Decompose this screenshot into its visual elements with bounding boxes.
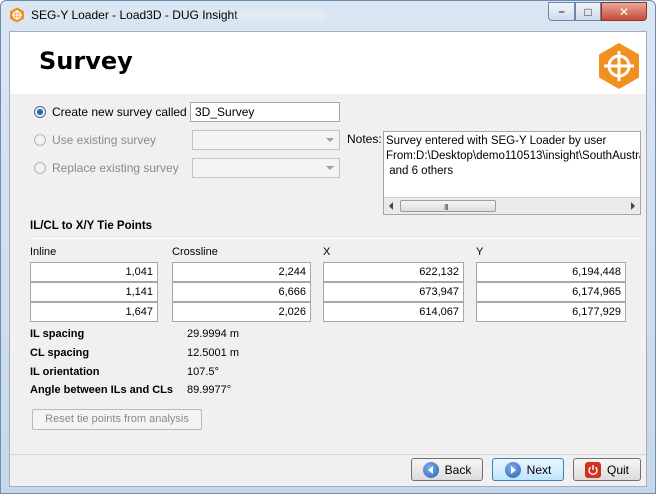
create-new-radio[interactable]: [34, 106, 46, 118]
app-icon: [10, 7, 24, 23]
replace-survey-select[interactable]: [192, 158, 340, 178]
wizard-client-area: Survey Create new survey called Use exis…: [9, 31, 647, 487]
tie-point-inline-2[interactable]: 1,141: [30, 282, 158, 302]
minimize-button[interactable]: –: [548, 2, 575, 21]
wizard-content: Create new survey called Use existing su…: [10, 94, 646, 454]
use-existing-radio[interactable]: [34, 134, 46, 146]
chevron-down-icon: [326, 166, 334, 170]
notes-label: Notes:: [347, 132, 382, 146]
scroll-thumb[interactable]: III: [400, 200, 496, 212]
back-arrow-icon: [422, 461, 439, 478]
survey-name-input[interactable]: [190, 102, 340, 122]
tie-point-y-3[interactable]: 6,177,929: [476, 302, 626, 322]
il-spacing-label: IL spacing: [30, 328, 85, 340]
replace-existing-radio[interactable]: [34, 162, 46, 174]
maximize-icon: □: [584, 4, 592, 19]
minimize-icon: –: [558, 5, 565, 18]
back-button[interactable]: Back: [411, 458, 483, 481]
close-button[interactable]: ✕: [601, 2, 647, 21]
next-label: Next: [526, 462, 552, 477]
wizard-header: Survey: [10, 32, 646, 94]
scroll-left-icon[interactable]: [389, 202, 393, 210]
existing-survey-select[interactable]: [192, 130, 340, 150]
maximize-button[interactable]: □: [575, 2, 601, 21]
next-arrow-icon: [504, 461, 521, 478]
next-button[interactable]: Next: [492, 458, 564, 481]
replace-existing-survey-option[interactable]: Replace existing survey: [34, 159, 179, 177]
use-existing-survey-option[interactable]: Use existing survey: [34, 131, 156, 149]
tie-point-inline-1[interactable]: 1,041: [30, 262, 158, 282]
cl-spacing-label: CL spacing: [30, 347, 90, 359]
application-window: SEG-Y Loader - Load3D - DUG Insight – □ …: [0, 0, 656, 494]
scroll-right-icon[interactable]: [631, 202, 635, 210]
back-label: Back: [444, 462, 472, 477]
tie-points-section-title: IL/CL to X/Y Tie Points: [30, 220, 153, 232]
angle-value: 89.9977°: [187, 384, 232, 396]
angle-label: Angle between ILs and CLs: [30, 384, 174, 396]
use-existing-label: Use existing survey: [52, 133, 157, 147]
notes-horizontal-scrollbar[interactable]: III: [384, 197, 640, 214]
title-bar[interactable]: SEG-Y Loader - Load3D - DUG Insight – □ …: [1, 1, 655, 31]
tie-point-x-1[interactable]: 622,132: [323, 262, 464, 282]
quit-button[interactable]: Quit: [573, 458, 641, 481]
tie-point-y-1[interactable]: 6,194,448: [476, 262, 626, 282]
section-divider: [30, 238, 640, 239]
quit-label: Quit: [606, 462, 629, 477]
tie-point-crossline-2[interactable]: 6,666: [172, 282, 311, 302]
column-header-inline: Inline: [30, 246, 57, 258]
tie-point-inline-3[interactable]: 1,647: [30, 302, 158, 322]
replace-existing-label: Replace existing survey: [52, 161, 179, 175]
title-blur-region: [237, 10, 327, 20]
il-orientation-value: 107.5°: [187, 366, 219, 378]
tie-point-crossline-3[interactable]: 2,026: [172, 302, 311, 322]
column-header-crossline: Crossline: [172, 246, 218, 258]
tie-point-x-3[interactable]: 614,067: [323, 302, 464, 322]
tie-point-y-2[interactable]: 6,174,965: [476, 282, 626, 302]
notes-textarea[interactable]: Survey entered with SEG-Y Loader by user…: [383, 131, 641, 215]
notes-text: Survey entered with SEG-Y Loader by user…: [386, 135, 641, 177]
create-new-survey-option[interactable]: Create new survey called: [34, 103, 187, 121]
cl-spacing-value: 12.5001 m: [187, 347, 239, 359]
page-title: Survey: [39, 47, 133, 75]
footer-divider: [10, 454, 646, 455]
il-spacing-value: 29.9994 m: [187, 328, 239, 340]
window-title: SEG-Y Loader - Load3D - DUG Insight: [31, 8, 238, 22]
reset-tie-points-button[interactable]: Reset tie points from analysis: [32, 409, 202, 430]
column-header-x: X: [323, 246, 331, 258]
power-icon: [584, 461, 601, 478]
tie-point-crossline-1[interactable]: 2,244: [172, 262, 311, 282]
scroll-grip-icon: III: [444, 203, 449, 212]
column-header-y: Y: [476, 246, 484, 258]
crosshair-logo-icon: [599, 43, 639, 89]
chevron-down-icon: [326, 138, 334, 142]
close-icon: ✕: [618, 4, 630, 19]
il-orientation-label: IL orientation: [30, 366, 100, 378]
tie-point-x-2[interactable]: 673,947: [323, 282, 464, 302]
create-new-label: Create new survey called: [52, 105, 187, 119]
